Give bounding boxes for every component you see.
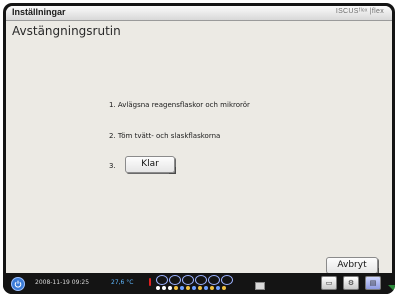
slot-indicator: [156, 275, 168, 285]
status-bar: 2008-11-19 09:25 27,6 °C ▭ ⚙ ▤: [3, 273, 395, 294]
slot-dot: [162, 286, 166, 290]
slot-dot: [222, 286, 226, 290]
slot-dot: [216, 286, 220, 290]
cancel-button[interactable]: Avbryt: [326, 257, 379, 273]
brand-logo: ISCUSᶠˡᵉˣ |flex: [335, 8, 384, 15]
reagent-slot-indicators: [156, 275, 248, 291]
step-3-label: 3.: [109, 162, 116, 170]
slot-indicator: [208, 275, 220, 285]
slot-dot: [174, 286, 178, 290]
slot-dot: [210, 286, 214, 290]
page-title: Avstängningsrutin: [12, 24, 121, 38]
monitor-icon[interactable]: ▭: [321, 276, 337, 290]
step-1-instruction: 1. Avlägsna reagensflaskor och mikrorör: [109, 101, 250, 109]
power-icon[interactable]: [11, 277, 25, 291]
slot-indicator: [195, 275, 207, 285]
slot-indicator: [221, 275, 233, 285]
temperature-display: 27,6 °C: [111, 279, 134, 286]
date-time-display: 2008-11-19 09:25: [35, 279, 90, 286]
slot-dot: [180, 286, 184, 290]
folder-icon[interactable]: ▤: [365, 276, 381, 290]
window-title: Inställningar: [12, 7, 66, 17]
klar-button[interactable]: Klar: [125, 156, 176, 174]
slot-indicator: [169, 275, 181, 285]
thermometer-icon: [149, 278, 151, 286]
main-screen: Inställningar ISCUSᶠˡᵉˣ |flex Avstängnin…: [6, 6, 392, 273]
slot-indicator: [182, 275, 194, 285]
slot-dot: [192, 286, 196, 290]
slot-dot: [168, 286, 172, 290]
step-2-instruction: 2. Töm tvätt- och slaskflaskorna: [109, 132, 221, 140]
slot-dot: [156, 286, 160, 290]
queue-indicator-icon: [255, 282, 265, 290]
slot-dot: [198, 286, 202, 290]
slot-dot: [204, 286, 208, 290]
resize-arrow-icon: [388, 285, 395, 292]
slot-dot: [186, 286, 190, 290]
device-frame: Inställningar ISCUSᶠˡᵉˣ |flex Avstängnin…: [3, 3, 395, 294]
title-bar: Inställningar ISCUSᶠˡᵉˣ |flex: [6, 6, 392, 21]
gear-icon[interactable]: ⚙: [343, 276, 359, 290]
